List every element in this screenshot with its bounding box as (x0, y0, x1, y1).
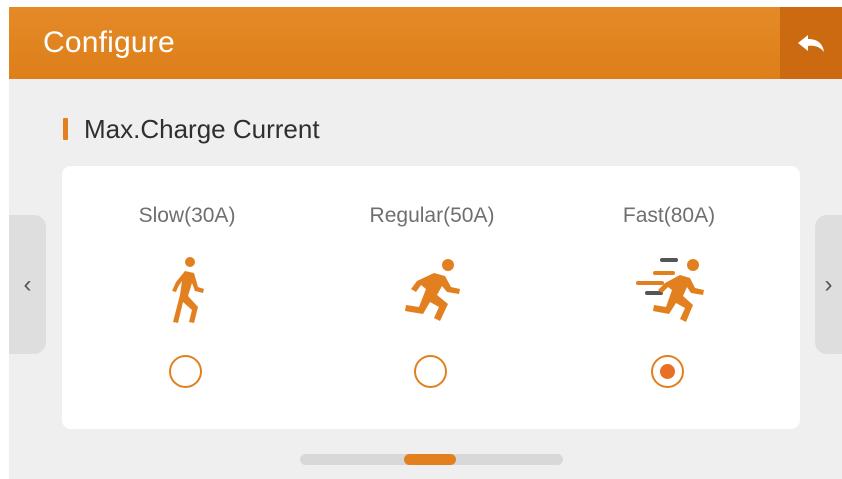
walking-person-icon (172, 257, 204, 323)
chevron-left-icon: ‹ (23, 270, 32, 298)
option-label-regular: Regular(50A) (369, 204, 495, 227)
page-indicator (300, 454, 563, 465)
back-button[interactable] (780, 7, 842, 79)
charge-current-options-card: Slow(30A) Regular(50A) Fast(80A) (62, 166, 800, 429)
radio-fast-selected[interactable] (651, 355, 684, 388)
previous-page-button[interactable]: ‹ (9, 215, 46, 354)
option-label-fast: Fast(80A) (622, 204, 716, 227)
radio-regular[interactable] (414, 355, 447, 388)
running-person-icon (405, 259, 460, 321)
option-regular[interactable]: Regular(50A) (312, 166, 552, 429)
header-bar: Configure (9, 7, 842, 79)
fast-running-person-icon (636, 258, 704, 322)
configure-screen: Configure Max.Charge Current ‹ Slow(30A)… (9, 7, 842, 479)
page-title: Configure (43, 26, 175, 59)
option-fast[interactable]: Fast(80A) (549, 166, 789, 429)
section-title: Max.Charge Current (84, 114, 320, 144)
chevron-right-icon: › (824, 270, 833, 298)
next-page-button[interactable]: › (815, 215, 842, 354)
option-label-slow: Slow(30A) (138, 204, 236, 227)
radio-slow[interactable] (169, 355, 202, 388)
current-page-indicator (404, 454, 456, 465)
option-slow[interactable]: Slow(30A) (67, 166, 307, 429)
section-marker (63, 118, 68, 140)
back-arrow-icon (797, 34, 824, 52)
